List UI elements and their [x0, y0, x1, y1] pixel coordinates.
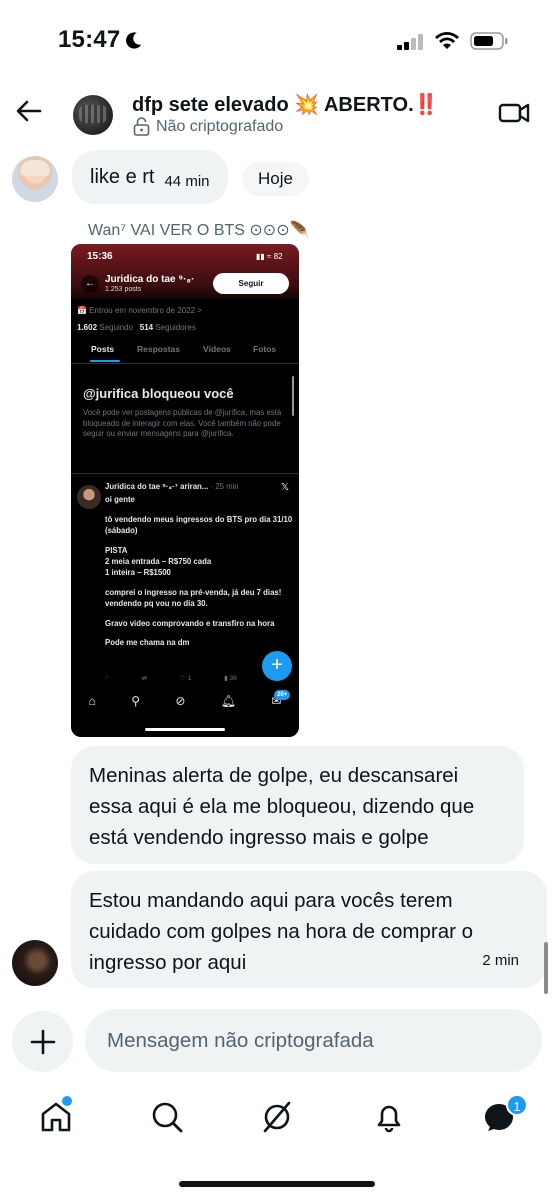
shot-tweet-paragraph: Gravo video comprovando e transfiro na h… — [105, 618, 275, 628]
shot-tab-replies: Respostas — [137, 344, 180, 354]
message-bubble[interactable]: Estou mandando aqui para vocês terem cui… — [71, 871, 547, 988]
x-logo-icon: 𝕏 — [281, 482, 290, 493]
reply-label: Wan⁷ VAI VER O BTS ⊙⊙⊙🪶 — [88, 222, 310, 239]
shot-tweet-paragraph: PISTA 2 meia entrada – R$750 cada 1 inte… — [105, 545, 212, 578]
retweet-icon: ⇄ — [141, 675, 148, 682]
search-icon[interactable] — [150, 1100, 184, 1134]
shot-tweet-avatar — [77, 485, 101, 509]
bell-icon[interactable] — [372, 1100, 406, 1134]
shot-blocked-description: Você pode ver postagens públicas de @jur… — [83, 408, 282, 438]
shot-bottom-nav: ⌂ ⚲ ⊘ 🔔︎ ✉ — [71, 686, 299, 716]
shot-posts-count: 1.253 posts — [105, 286, 142, 293]
shot-tweet-body: oi gente tô vendendo meus ingressos do B… — [105, 494, 293, 657]
message-text: Estou mandando aqui para vocês terem cui… — [89, 889, 474, 974]
shot-tweet-paragraph: oi gente — [105, 495, 135, 504]
signal-icon — [397, 34, 423, 50]
message-text: like e rt — [90, 165, 155, 188]
shot-tweet-paragraph: Pode me chama na dm — [105, 638, 190, 648]
message-time: 2 min — [482, 952, 519, 969]
message-input[interactable]: Mensagem não criptografada — [85, 1009, 542, 1072]
shot-tweet-actions: ○ ⇄ ♡ 1 ▮ 36 ⇪ — [105, 674, 275, 682]
shot-nav-badge: 20+ — [274, 690, 291, 700]
reply-icon: ○ — [105, 674, 109, 681]
status-time: 15:47 — [58, 26, 121, 53]
date-separator: Hoje — [242, 162, 309, 196]
shot-tab-indicator — [90, 360, 120, 362]
shot-profile-tabs: Posts Respostas Vídeos Fotos — [71, 344, 299, 364]
moon-icon — [126, 32, 142, 49]
back-arrow-icon[interactable] — [14, 96, 44, 126]
shot-follow-button: Seguir — [213, 273, 289, 294]
shot-search-icon: ⚲ — [131, 694, 141, 708]
shot-home-indicator — [145, 728, 225, 731]
shot-tab-videos: Vídeos — [203, 344, 231, 354]
shot-status-icons: ▮▮ ≈ 82 — [256, 252, 283, 261]
shot-tab-posts: Posts — [91, 344, 115, 354]
wifi-icon — [435, 32, 459, 49]
message-input-placeholder: Mensagem não criptografada — [107, 1028, 374, 1052]
message-bubble[interactable]: like e rt 44 min — [72, 150, 228, 204]
shot-scrollbar — [292, 376, 294, 416]
home-indicator — [179, 1181, 375, 1187]
video-call-icon[interactable] — [498, 100, 530, 126]
messages-badge: 1 — [506, 1094, 528, 1116]
plus-icon — [30, 1029, 55, 1054]
shot-joined-date: 📅 Entrou em novembro de 2022 > — [77, 306, 202, 315]
message-bubble[interactable]: Meninas alerta de golpe, eu descansarei … — [71, 746, 524, 864]
status-bar: 15:47 — [0, 0, 554, 80]
encryption-label: Não criptografado — [156, 117, 284, 135]
shot-tab-photos: Fotos — [253, 344, 277, 354]
scrollbar[interactable] — [544, 942, 548, 994]
shot-compose-fab: + — [262, 651, 292, 681]
home-notification-dot — [62, 1096, 72, 1106]
shot-grok-icon: ⊘ — [175, 694, 186, 708]
shot-back-icon: ← — [81, 275, 99, 293]
grok-icon[interactable] — [260, 1100, 294, 1134]
message-text: Meninas alerta de golpe, eu descansarei … — [89, 764, 475, 849]
like-icon: ♡ 1 — [180, 675, 192, 682]
shot-status-time: 15:36 — [87, 251, 113, 262]
shot-profile-name: Juridica do tae ⁹·₈· — [105, 274, 195, 285]
battery-icon — [470, 32, 508, 50]
shared-image[interactable]: 15:36 ▮▮ ≈ 82 ← Juridica do tae ⁹·₈· 1.2… — [71, 244, 299, 737]
sender-avatar[interactable] — [12, 156, 58, 202]
views-icon: ▮ 36 — [224, 675, 237, 682]
shot-tweet-paragraph: tô vendendo meus ingressos do BTS pro di… — [105, 514, 293, 535]
chat-header: dfp sete elevado 💥 ABERTO.‼️ Não criptog… — [0, 80, 554, 148]
sender-avatar[interactable] — [12, 940, 58, 986]
bottom-nav: 1 — [0, 1090, 554, 1146]
message-time: 44 min — [164, 172, 210, 190]
unlock-icon — [133, 117, 150, 136]
encryption-status: Não criptografado — [133, 117, 283, 136]
shot-tweet-paragraph: comprei o ingresso na pré-venda, já deu … — [105, 587, 282, 608]
shot-follow-counts: 1.602 Seguindo 514 Seguidores — [77, 323, 196, 332]
shot-home-icon: ⌂ — [88, 694, 96, 708]
shot-tweet-header: Juridica do tae ⁹·₈·⁷ ariran... · 25 min — [105, 482, 239, 491]
group-avatar[interactable] — [73, 95, 113, 135]
shot-blocked-title: @jurifica bloqueou você — [83, 386, 234, 401]
shot-divider — [71, 363, 299, 364]
add-attachment-button[interactable] — [12, 1011, 73, 1072]
chat-title[interactable]: dfp sete elevado 💥 ABERTO.‼️ — [132, 92, 439, 117]
shot-divider — [71, 473, 299, 474]
shot-bell-icon: 🔔︎ — [220, 694, 236, 708]
